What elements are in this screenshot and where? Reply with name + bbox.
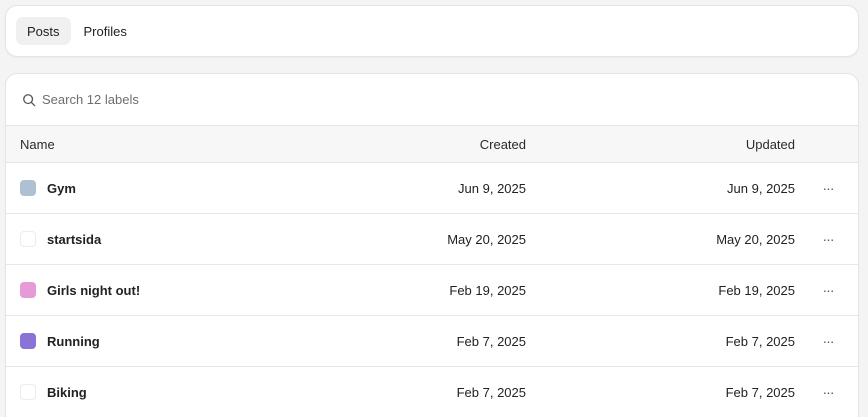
more-actions-icon[interactable]: ··· — [818, 382, 838, 402]
table-row[interactable]: Gym Jun 9, 2025 Jun 9, 2025 ··· — [6, 163, 858, 214]
label-name: Biking — [47, 384, 87, 400]
created-date: Feb 7, 2025 — [456, 384, 526, 400]
search-bar — [6, 74, 858, 126]
tab-bar: Posts Profiles — [5, 5, 859, 57]
more-actions-icon[interactable]: ··· — [818, 178, 838, 198]
updated-date: Feb 19, 2025 — [718, 282, 795, 298]
created-date: Feb 19, 2025 — [449, 282, 526, 298]
tab-posts[interactable]: Posts — [16, 17, 71, 45]
label-color-swatch — [20, 384, 36, 400]
table-header: Name Created Updated — [6, 126, 858, 163]
search-input[interactable] — [42, 92, 342, 107]
label-name: Girls night out! — [47, 282, 141, 298]
search-icon — [23, 93, 36, 106]
label-name: startsida — [47, 231, 102, 247]
updated-date: Feb 7, 2025 — [725, 333, 795, 349]
updated-date: Jun 9, 2025 — [727, 180, 795, 196]
table-row[interactable]: Biking Feb 7, 2025 Feb 7, 2025 ··· — [6, 367, 858, 417]
label-color-swatch — [20, 333, 36, 349]
more-actions-icon[interactable]: ··· — [818, 229, 838, 249]
created-date: May 20, 2025 — [447, 231, 526, 247]
updated-date: Feb 7, 2025 — [725, 384, 795, 400]
label-color-swatch — [20, 231, 36, 247]
header-name[interactable]: Name — [20, 137, 55, 152]
table-row[interactable]: Running Feb 7, 2025 Feb 7, 2025 ··· — [6, 316, 858, 367]
labels-page: Posts Profiles Name Created Updated Gym … — [0, 0, 868, 417]
more-actions-icon[interactable]: ··· — [818, 280, 838, 300]
label-name: Gym — [47, 180, 76, 196]
table-row[interactable]: startsida May 20, 2025 May 20, 2025 ··· — [6, 214, 858, 265]
label-color-swatch — [20, 282, 36, 298]
tab-profiles[interactable]: Profiles — [73, 17, 138, 45]
updated-date: May 20, 2025 — [716, 231, 795, 247]
header-created[interactable]: Created — [480, 137, 526, 152]
created-date: Jun 9, 2025 — [458, 180, 526, 196]
header-updated[interactable]: Updated — [746, 137, 795, 152]
table-row[interactable]: Girls night out! Feb 19, 2025 Feb 19, 20… — [6, 265, 858, 316]
labels-table-card: Name Created Updated Gym Jun 9, 2025 Jun… — [5, 73, 859, 417]
label-color-swatch — [20, 180, 36, 196]
more-actions-icon[interactable]: ··· — [818, 331, 838, 351]
created-date: Feb 7, 2025 — [456, 333, 526, 349]
label-name: Running — [47, 333, 100, 349]
